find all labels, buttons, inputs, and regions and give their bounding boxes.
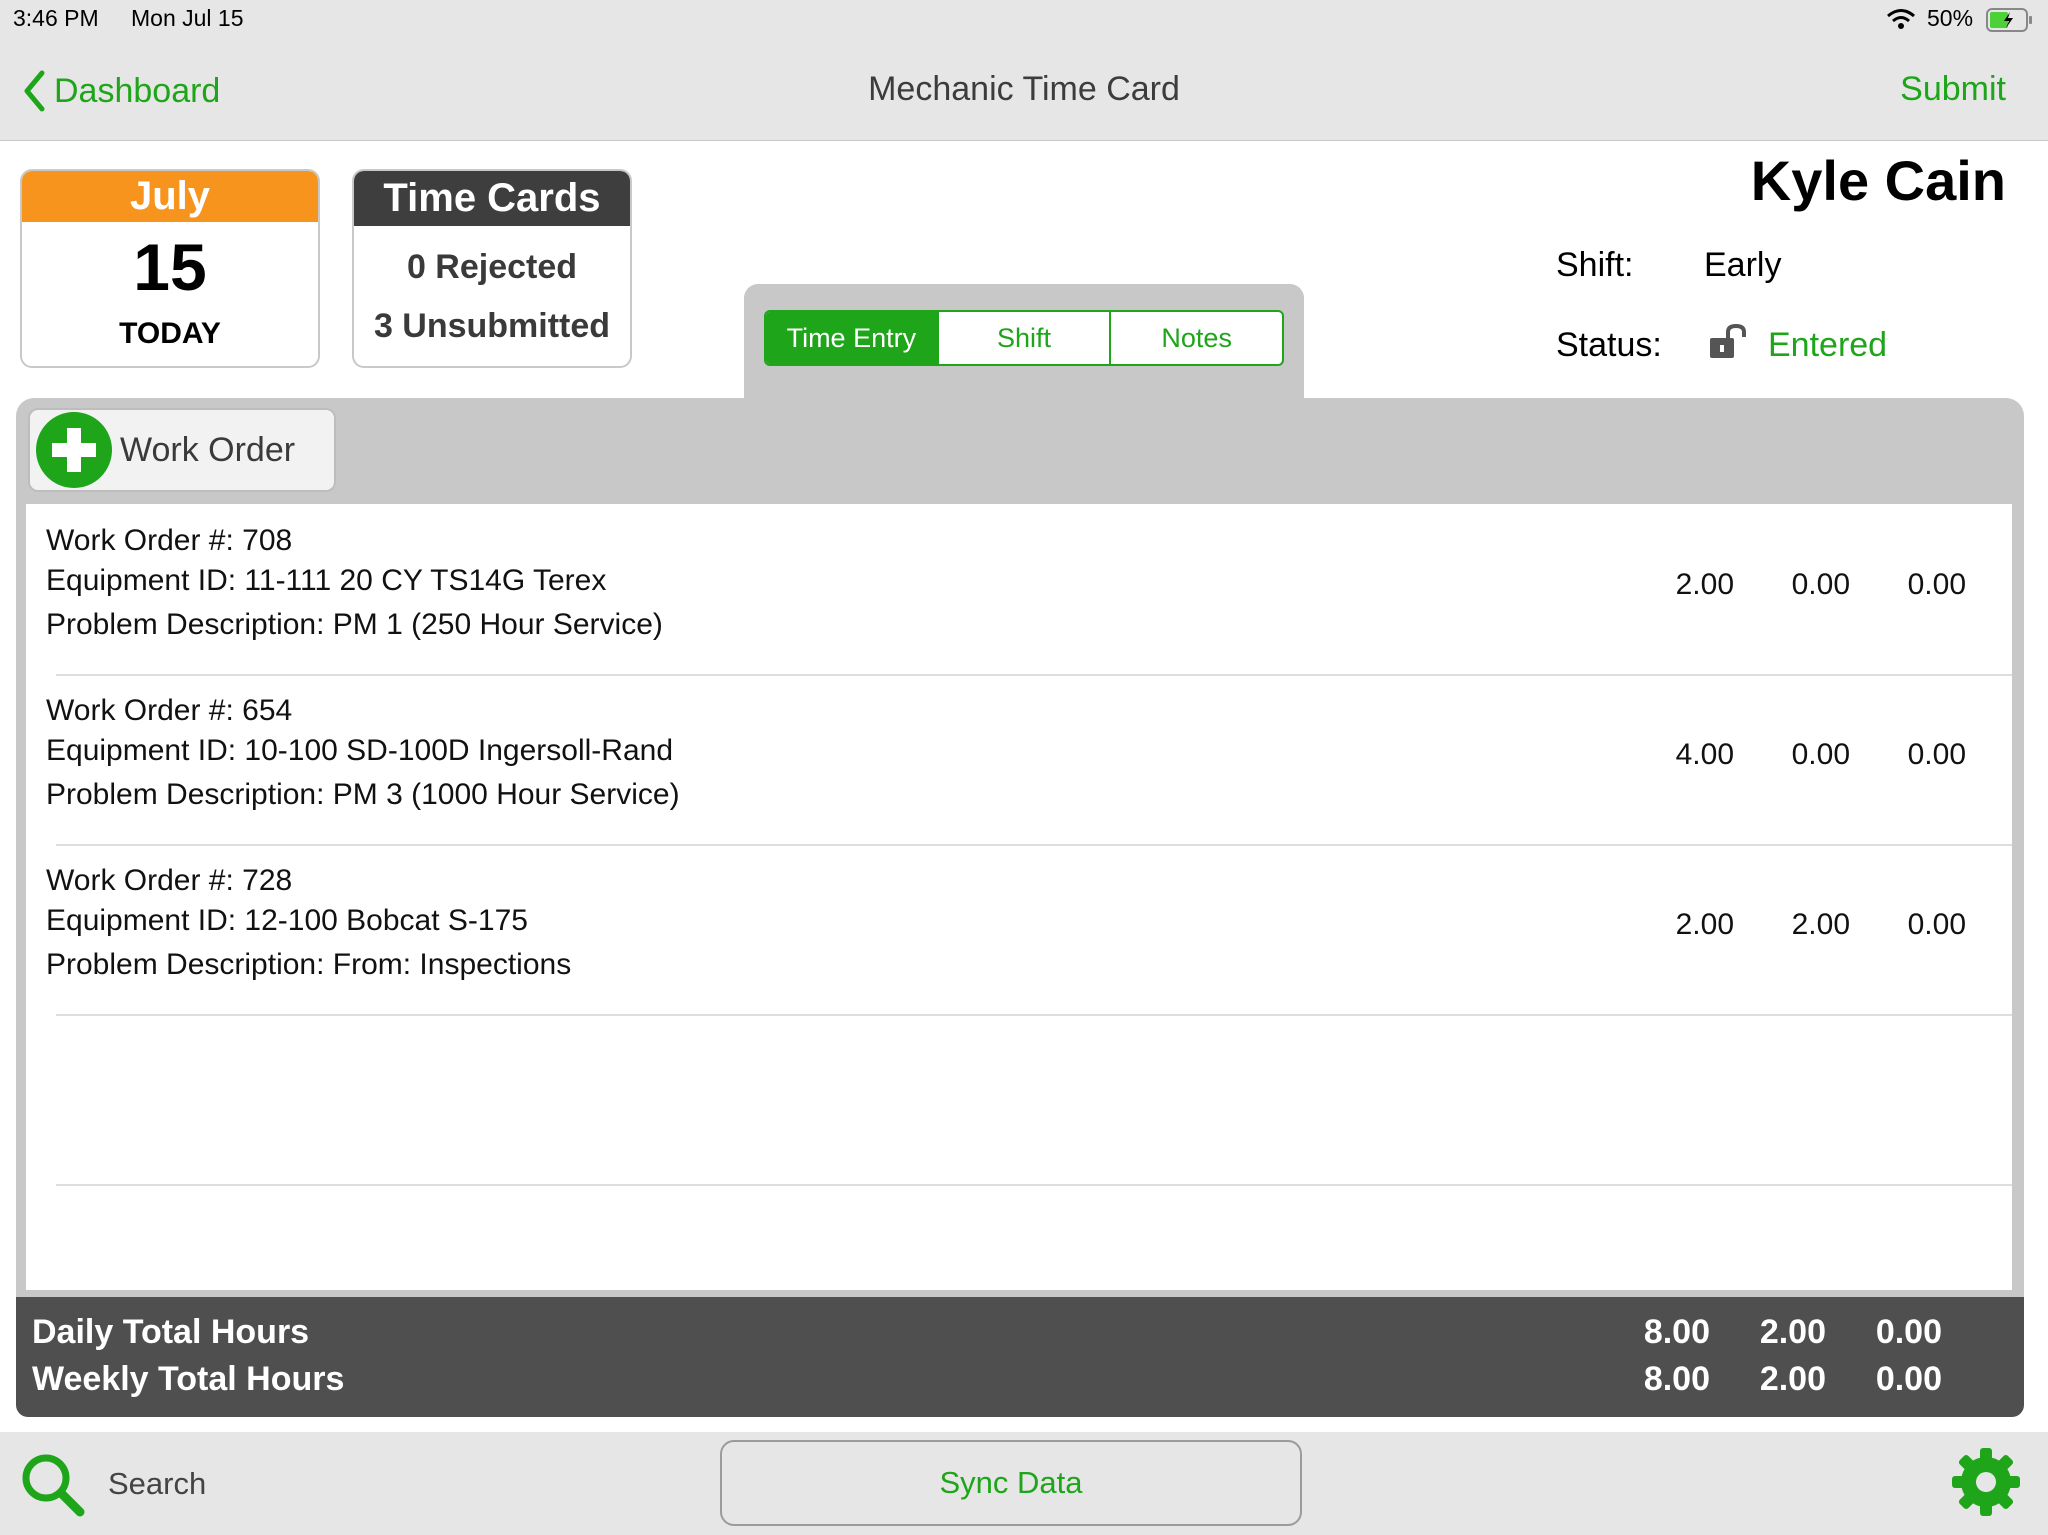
daily-total-col-2: 2.00 (1759, 1313, 1826, 1351)
time-cards-title: Time Cards (354, 171, 630, 226)
date-card[interactable]: July 15 TODAY (20, 169, 320, 368)
problem-description: Problem Description: PM 1 (250 Hour Serv… (46, 608, 663, 641)
daily-total-label: Daily Total Hours (32, 1313, 310, 1351)
row-divider (56, 1184, 2012, 1186)
bottom-toolbar: Search Sync Data (0, 1432, 2048, 1535)
work-order-number: Work Order #: 708 (46, 524, 293, 557)
status-label: Status: (1556, 326, 1662, 364)
weekly-total-col-2: 2.00 (1759, 1360, 1826, 1398)
row-divider (56, 1014, 2012, 1016)
add-icon (36, 412, 112, 488)
rejected-count: 0 Rejected (406, 248, 578, 286)
segmented-control: Time Entry Shift Notes (764, 310, 1284, 366)
hours-col-1: 2.00 (1675, 908, 1734, 941)
hours-col-3: 0.00 (1907, 908, 1966, 941)
sync-data-button[interactable]: Sync Data (720, 1440, 1302, 1526)
daily-total-col-3: 0.00 (1875, 1313, 1942, 1351)
unlock-icon (1708, 323, 1750, 365)
hours-col-2: 2.00 (1791, 908, 1850, 941)
tab-bar-container: Time Entry Shift Notes (744, 284, 1304, 404)
equipment-id: Equipment ID: 12-100 Bobcat S-175 (46, 904, 528, 937)
work-orders-panel: Work Order Work Order #: 708 Equipment I… (16, 398, 2024, 1298)
status-time: 3:46 PM (13, 5, 99, 31)
shift-value: Early (1704, 246, 1782, 284)
tab-time-entry[interactable]: Time Entry (766, 312, 937, 364)
submit-button[interactable]: Submit (1900, 70, 2006, 109)
hours-col-2: 0.00 (1791, 738, 1850, 771)
gear-icon[interactable] (1950, 1446, 2022, 1523)
time-cards-summary[interactable]: Time Cards 0 Rejected 3 Unsubmitted (352, 169, 632, 368)
totals-bar: Daily Total Hours 8.00 2.00 0.00 Weekly … (16, 1297, 2024, 1417)
hours-col-3: 0.00 (1907, 738, 1966, 771)
battery-icon (1986, 8, 2034, 37)
status-value: Entered (1768, 326, 1888, 364)
tab-notes[interactable]: Notes (1109, 312, 1282, 364)
daily-total-col-1: 8.00 (1643, 1313, 1710, 1351)
list-item[interactable]: Work Order #: 654 Equipment ID: 10-100 S… (26, 674, 2012, 844)
page-title: Mechanic Time Card (868, 70, 1180, 108)
date-month: July (22, 171, 318, 222)
tab-shift[interactable]: Shift (936, 312, 1110, 364)
weekly-total-col-1: 8.00 (1643, 1360, 1710, 1398)
work-order-number: Work Order #: 728 (46, 864, 293, 897)
weekly-total-label: Weekly Total Hours (32, 1360, 345, 1398)
problem-description: Problem Description: From: Inspections (46, 948, 572, 981)
work-order-number: Work Order #: 654 (46, 694, 293, 727)
search-input[interactable]: Search (108, 1466, 206, 1502)
equipment-id: Equipment ID: 10-100 SD-100D Ingersoll-R… (46, 734, 673, 767)
date-today-label: TODAY (119, 317, 221, 350)
problem-description: Problem Description: PM 3 (1000 Hour Ser… (46, 778, 680, 811)
date-day: 15 (133, 230, 207, 304)
add-work-order-label: Work Order (120, 430, 296, 469)
hours-col-3: 0.00 (1907, 568, 1966, 601)
wifi-icon (1886, 8, 1916, 35)
weekly-total-col-3: 0.00 (1875, 1360, 1942, 1398)
employee-name: Kyle Cain (1750, 149, 2006, 212)
add-work-order-button[interactable]: Work Order (28, 408, 336, 492)
work-order-list[interactable]: Work Order #: 708 Equipment ID: 11-111 2… (26, 504, 2012, 1290)
list-item[interactable]: Work Order #: 728 Equipment ID: 12-100 B… (26, 844, 2012, 1014)
status-bar: 3:46 PM Mon Jul 15 50% (0, 0, 2048, 40)
unsubmitted-count: 3 Unsubmitted (373, 307, 611, 345)
hours-col-1: 2.00 (1675, 568, 1734, 601)
battery-percent: 50% (1927, 5, 1974, 31)
hours-col-1: 4.00 (1675, 738, 1734, 771)
navigation-bar: Dashboard Mechanic Time Card Submit (0, 40, 2048, 141)
hours-col-2: 0.00 (1791, 568, 1850, 601)
status-date: Mon Jul 15 (131, 5, 244, 31)
equipment-id: Equipment ID: 11-111 20 CY TS14G Terex (46, 564, 607, 597)
search-icon[interactable] (20, 1452, 86, 1523)
shift-label: Shift: (1556, 246, 1634, 284)
list-item[interactable]: Work Order #: 708 Equipment ID: 11-111 2… (26, 504, 2012, 674)
